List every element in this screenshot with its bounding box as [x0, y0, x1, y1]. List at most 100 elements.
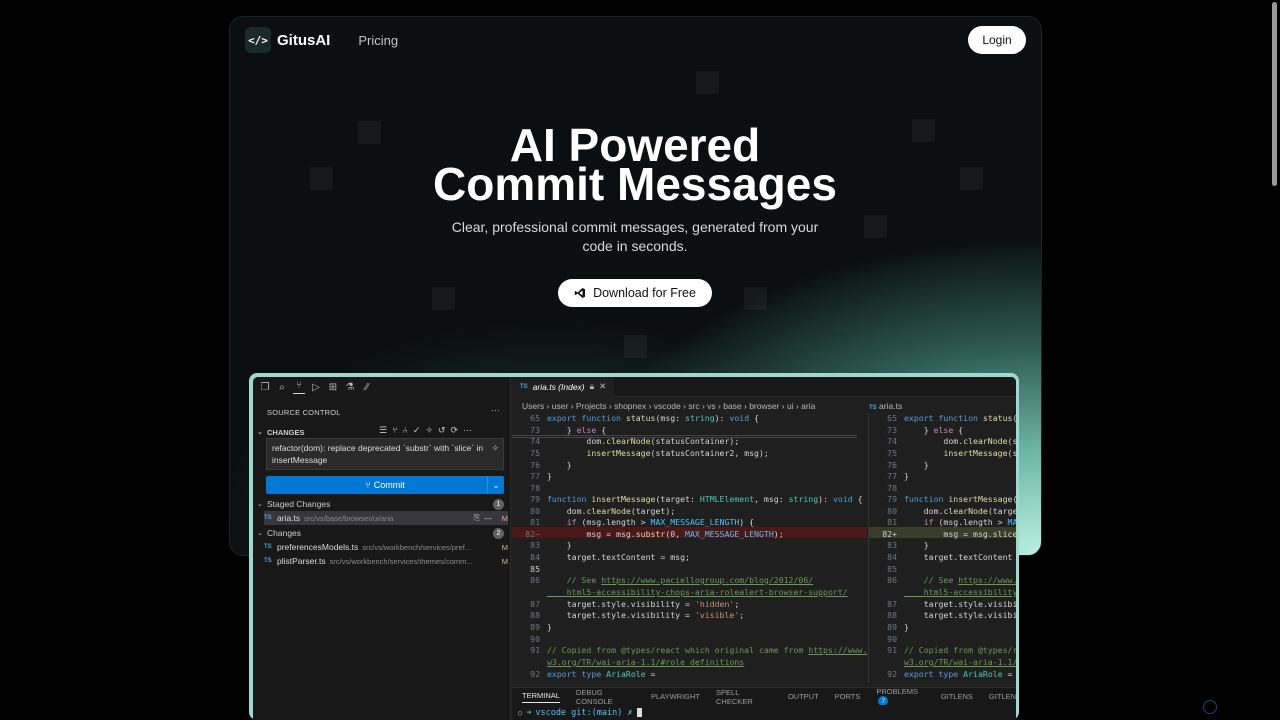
changes-header-label: CHANGES — [267, 427, 305, 437]
gitus-icon[interactable]: ⁄⁄ — [361, 382, 373, 393]
typescript-file-icon: TS — [264, 558, 272, 564]
branch-icon: ⑂ — [365, 480, 371, 490]
view-as-list-icon[interactable]: ☰ — [379, 425, 387, 436]
page-scrollbar[interactable] — [1272, 2, 1277, 186]
tab-gitlens[interactable]: GITLENS — [941, 692, 973, 701]
editor-tab-bar: TS aria.ts (Index) 🔒︎ ✕ — [512, 377, 1016, 397]
diff-modified-pane[interactable]: 65export function status(m 73 } else { 7… — [868, 413, 1016, 683]
tab-ports[interactable]: PORTS — [835, 692, 861, 701]
changes-count-badge: 2 — [493, 527, 504, 539]
tab-problems-label: PROBLEMS — [876, 686, 919, 696]
commit-button-label: Commit — [373, 480, 405, 490]
prompt-arrow-icon: ➜ — [526, 707, 532, 718]
modified-status: M — [501, 513, 508, 523]
more-actions-icon[interactable]: ··· — [491, 405, 500, 415]
activity-bar: ❐ ⌕ ⑂ ▷ ⊞ ⚗ ⁄⁄ — [253, 377, 510, 397]
tab-gitlens-2[interactable]: GITLEN — [989, 692, 1016, 701]
tab-terminal[interactable]: TERMINAL — [522, 691, 560, 703]
refresh-icon[interactable]: ⟳ — [451, 425, 459, 436]
commit-message-text: refactor(dom): replace deprecated `subst… — [272, 443, 484, 465]
breadcrumb[interactable]: Users › user › Projects › shopnex › vsco… — [522, 401, 815, 411]
modified-status: M — [501, 542, 508, 552]
changed-file-row[interactable]: TS preferencesModels.ts src/vs/workbench… — [264, 540, 508, 554]
download-button-label: Download for Free — [593, 286, 696, 300]
sparkle-icon[interactable]: ✧ — [491, 442, 499, 454]
widget-icon[interactable] — [1203, 700, 1217, 714]
decor-square — [696, 71, 719, 94]
staged-file-row[interactable]: TS aria.ts src/vs/base/browser/ui/aria ⎘… — [264, 511, 508, 525]
prompt-circle-icon: ○ — [518, 708, 523, 717]
ai-generate-icon[interactable]: ✧ — [425, 425, 433, 436]
ide-preview: ❐ ⌕ ⑂ ▷ ⊞ ⚗ ⁄⁄ SOURCE CONTROL ··· ⌄ CHAN… — [249, 373, 1019, 720]
source-control-icon[interactable]: ⑂ — [293, 380, 305, 394]
commit-check-icon[interactable]: ✓ — [413, 425, 421, 436]
chevron-down-icon[interactable]: ⌄ — [487, 476, 504, 494]
diff-original-pane[interactable]: 65 export function status(msg: string): v… — [512, 413, 867, 683]
tab-spell-checker[interactable]: SPELL CHECKER — [716, 688, 772, 706]
staged-changes-label: Staged Changes — [267, 499, 331, 509]
breadcrumb-right[interactable]: TS aria.ts — [869, 401, 902, 411]
history-icon[interactable]: ↺ — [438, 425, 446, 436]
top-nav: </> GitusAI Pricing — [245, 26, 398, 54]
terminal-cursor — [636, 708, 642, 717]
changes-toolbar: ☰ ⑂ ⑃ ✓ ✧ ↺ ⟳ ··· — [379, 425, 472, 436]
source-control-sidebar: ❐ ⌕ ⑂ ▷ ⊞ ⚗ ⁄⁄ SOURCE CONTROL ··· ⌄ CHAN… — [253, 377, 511, 720]
typescript-file-icon: TS — [869, 405, 877, 411]
chevron-down-icon: ⌄ — [257, 501, 263, 508]
extensions-icon[interactable]: ⊞ — [327, 382, 339, 393]
staged-count-badge: 1 — [493, 498, 504, 510]
modified-status: M — [501, 556, 508, 566]
typescript-file-icon: TS — [520, 383, 528, 390]
tab-title: aria.ts (Index) — [532, 381, 585, 392]
tab-output[interactable]: OUTPUT — [788, 692, 819, 701]
changes-group[interactable]: ⌄ Changes 2 — [257, 526, 508, 540]
breadcrumb-file: aria.ts — [879, 401, 903, 411]
search-icon[interactable]: ⌕ — [276, 382, 288, 393]
close-icon[interactable]: ✕ — [599, 381, 606, 392]
changed-file-row[interactable]: TS plistParser.ts src/vs/workbench/servi… — [264, 554, 508, 568]
graph-icon[interactable]: ⑃ — [402, 425, 407, 436]
staged-changes-group[interactable]: ⌄ Staged Changes 1 — [257, 497, 508, 511]
commit-button[interactable]: ⑂ Commit ⌄ — [266, 476, 504, 494]
typescript-file-icon: TS — [264, 544, 272, 550]
hero-subtitle-line2: code in seconds. — [582, 238, 688, 254]
file-path: src/vs/base/browser/ui/aria — [304, 513, 394, 523]
testing-icon[interactable]: ⚗ — [344, 382, 356, 393]
hero-subtitle-line1: Clear, professional commit messages, gen… — [451, 219, 819, 235]
logo-icon[interactable]: </> — [245, 27, 271, 53]
file-name: preferencesModels.ts — [277, 542, 359, 552]
download-button[interactable]: Download for Free — [558, 279, 712, 307]
editor-tab[interactable]: TS aria.ts (Index) 🔒︎ ✕ — [512, 377, 615, 397]
file-path: src/vs/workbench/services/themes/comm... — [329, 556, 473, 566]
terminal-prompt: vscode git:(main) ✗ — [535, 707, 633, 718]
unstage-icon[interactable]: — — [484, 514, 492, 523]
file-path: src/vs/workbench/services/pref... — [362, 542, 472, 552]
lock-icon: 🔒︎ — [589, 381, 595, 391]
decor-square — [432, 287, 455, 310]
hero-title-line2: Commit Messages — [433, 158, 837, 210]
nav-link-pricing[interactable]: Pricing — [358, 33, 398, 48]
chevron-down-icon: ⌄ — [257, 530, 263, 537]
login-button[interactable]: Login — [968, 26, 1026, 54]
brand-name[interactable]: GitusAI — [277, 32, 330, 49]
terminal[interactable]: ○ ➜ vscode git:(main) ✗ — [512, 705, 1016, 720]
diff-editor: TS aria.ts (Index) 🔒︎ ✕ Users › user › P… — [512, 377, 1016, 720]
tab-playwright[interactable]: PLAYWRIGHT — [651, 692, 700, 701]
branch-icon[interactable]: ⑂ — [392, 425, 397, 436]
decor-square — [624, 335, 647, 358]
more-icon[interactable]: ··· — [463, 425, 472, 436]
file-name: aria.ts — [277, 513, 301, 523]
explorer-icon[interactable]: ❐ — [259, 382, 271, 393]
source-control-title: SOURCE CONTROL — [267, 408, 341, 417]
panel-tab-bar: TERMINAL DEBUG CONSOLE PLAYWRIGHT SPELL … — [512, 687, 1016, 707]
changes-group-label: Changes — [267, 528, 302, 538]
vscode-icon — [574, 288, 586, 298]
chevron-down-icon: ⌄ — [257, 429, 263, 436]
open-file-icon[interactable]: ⎘ — [474, 513, 480, 523]
tab-debug-console[interactable]: DEBUG CONSOLE — [576, 688, 635, 706]
tab-problems[interactable]: PROBLEMS7 — [876, 687, 924, 707]
commit-message-input[interactable]: refactor(dom): replace deprecated `subst… — [266, 438, 504, 470]
run-debug-icon[interactable]: ▷ — [310, 382, 322, 393]
typescript-file-icon: TS — [264, 515, 272, 521]
file-name: plistParser.ts — [277, 556, 326, 566]
